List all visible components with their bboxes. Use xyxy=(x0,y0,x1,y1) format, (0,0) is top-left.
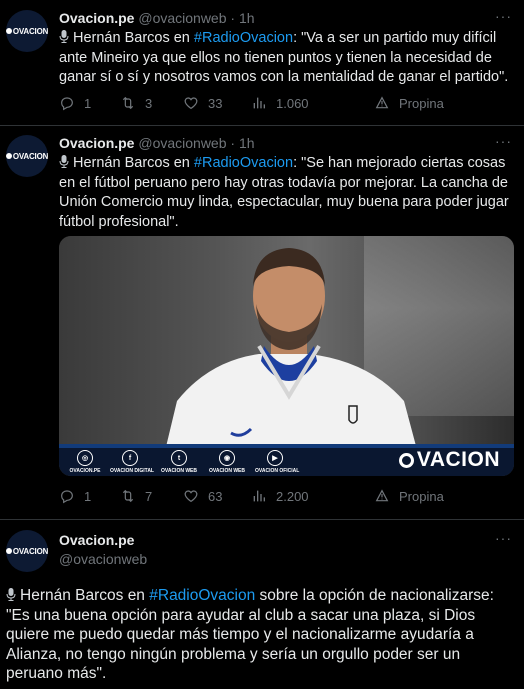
social-label: OVACION WEB xyxy=(208,468,246,474)
author-handle[interactable]: @ovacionweb xyxy=(59,551,147,567)
avatar[interactable]: OVACION xyxy=(6,135,48,177)
views-button[interactable]: 2.200 xyxy=(251,488,309,504)
author-name[interactable]: Ovacion.pe xyxy=(59,532,134,548)
reply-icon xyxy=(61,490,73,504)
tip-button[interactable]: Propina xyxy=(374,95,444,111)
player-photo xyxy=(159,248,424,476)
tweet-text-part: Hernán Barcos en xyxy=(73,155,194,171)
avatar[interactable]: OVACION xyxy=(6,10,48,52)
tweet-text-part: Hernán Barcos en xyxy=(20,587,150,604)
tweet-handle-line: @ovacionweb xyxy=(59,551,147,567)
social-label: OVACION WEB xyxy=(160,468,198,474)
reply-button[interactable]: 1 xyxy=(59,488,91,504)
retweet-count: 3 xyxy=(145,95,153,111)
studio-microphone-icon xyxy=(59,155,69,168)
like-button[interactable]: 63 xyxy=(183,488,222,504)
social-label: OVACION OFICIAL xyxy=(255,468,300,474)
social-twitter-badge: t OVACION WEB xyxy=(159,450,199,474)
timestamp[interactable]: 1h xyxy=(239,135,255,151)
views-button[interactable]: 1.060 xyxy=(251,95,309,111)
retweet-icon xyxy=(122,96,134,110)
social-label: OVACION DIGITAL xyxy=(110,468,154,474)
analytics-icon xyxy=(253,490,265,502)
tweet-text-part: Hernán Barcos en xyxy=(73,30,194,46)
social-instagram-web-badge: ◉ OVACION WEB xyxy=(207,450,247,474)
tweet-actions: 1 7 63 2.200 Propina xyxy=(59,488,509,506)
tweet-actions: 1 3 33 1.060 Propina xyxy=(59,95,509,113)
camera-icon: ◉ xyxy=(219,450,235,466)
studio-microphone-icon xyxy=(6,588,16,601)
social-label: OVACION.PE xyxy=(69,468,101,474)
social-instagram-badge: ◎ OVACION.PE xyxy=(65,450,105,474)
like-count: 63 xyxy=(208,488,223,504)
retweet-button[interactable]: 7 xyxy=(120,488,152,504)
reply-button[interactable]: 1 xyxy=(59,95,91,111)
hashtag-link[interactable]: #RadioOvacion xyxy=(149,587,255,604)
tweet-text: Hernán Barcos en #RadioOvacion: "Se han … xyxy=(59,154,514,232)
heart-icon xyxy=(184,97,198,110)
tweet-photo[interactable]: ◎ OVACION.PE f OVACION DIGITAL t OVACION… xyxy=(59,236,514,476)
author-name[interactable]: Ovacion.pe xyxy=(59,10,134,26)
more-horizontal-icon[interactable]: ··· xyxy=(495,530,512,546)
reply-count: 1 xyxy=(84,488,92,504)
more-horizontal-icon[interactable]: ··· xyxy=(495,133,512,149)
tweet-text: Hernán Barcos en #RadioOvacion sobre la … xyxy=(6,586,516,684)
retweet-count: 7 xyxy=(145,488,153,504)
tweet-header: Ovacion.pe @ovacionweb · 1h xyxy=(59,10,255,26)
reply-icon xyxy=(61,97,73,111)
separator-dot: · xyxy=(230,135,236,151)
avatar[interactable]: OVACION xyxy=(6,530,48,572)
photo-footer-banner: ◎ OVACION.PE f OVACION DIGITAL t OVACION… xyxy=(59,444,514,476)
tip-icon xyxy=(375,96,389,109)
ovacion-logo-icon: OVACION xyxy=(6,547,48,556)
tweet-text: Hernán Barcos en #RadioOvacion: "Va a se… xyxy=(59,29,514,88)
heart-icon xyxy=(184,490,198,503)
tweet-1[interactable]: OVACION Ovacion.pe @ovacionweb · 1h ··· … xyxy=(0,0,524,125)
author-handle[interactable]: @ovacionweb xyxy=(138,10,226,26)
separator-dot: · xyxy=(230,10,236,26)
tweet-header: Ovacion.pe xyxy=(59,532,134,548)
ovacion-brand-logo: VACION xyxy=(398,448,500,472)
retweet-button[interactable]: 3 xyxy=(120,95,152,111)
view-count: 1.060 xyxy=(276,95,309,111)
instagram-icon: ◎ xyxy=(77,450,93,466)
play-icon: ▶ xyxy=(267,450,283,466)
facebook-icon: f xyxy=(122,450,138,466)
tweet-3[interactable]: OVACION Ovacion.pe @ovacionweb ··· Herná… xyxy=(0,520,524,689)
author-name[interactable]: Ovacion.pe xyxy=(59,135,134,151)
view-count: 2.200 xyxy=(276,488,309,504)
social-youtube-badge: ▶ OVACION OFICIAL xyxy=(255,450,300,474)
hashtag-link[interactable]: #RadioOvacion xyxy=(194,30,293,46)
hashtag-link[interactable]: #RadioOvacion xyxy=(194,155,293,171)
author-handle[interactable]: @ovacionweb xyxy=(138,135,226,151)
studio-microphone-icon xyxy=(59,30,69,43)
like-count: 33 xyxy=(208,95,223,111)
tip-label: Propina xyxy=(399,488,444,504)
retweet-icon xyxy=(122,489,134,503)
ovacion-logo-icon: OVACION xyxy=(6,152,48,161)
tip-button[interactable]: Propina xyxy=(374,488,444,504)
like-button[interactable]: 33 xyxy=(183,95,222,111)
reply-count: 1 xyxy=(84,95,92,111)
analytics-icon xyxy=(253,97,265,109)
tweet-2[interactable]: OVACION Ovacion.pe @ovacionweb · 1h ··· … xyxy=(0,126,524,520)
ovacion-logo-icon: OVACION xyxy=(6,27,48,36)
twitter-icon: t xyxy=(171,450,187,466)
tip-icon xyxy=(375,489,389,502)
timestamp[interactable]: 1h xyxy=(239,10,255,26)
brand-o-icon xyxy=(398,452,414,468)
more-horizontal-icon[interactable]: ··· xyxy=(495,8,512,24)
tweet-header: Ovacion.pe @ovacionweb · 1h xyxy=(59,135,255,151)
tip-label: Propina xyxy=(399,95,444,111)
social-facebook-badge: f OVACION DIGITAL xyxy=(110,450,154,474)
